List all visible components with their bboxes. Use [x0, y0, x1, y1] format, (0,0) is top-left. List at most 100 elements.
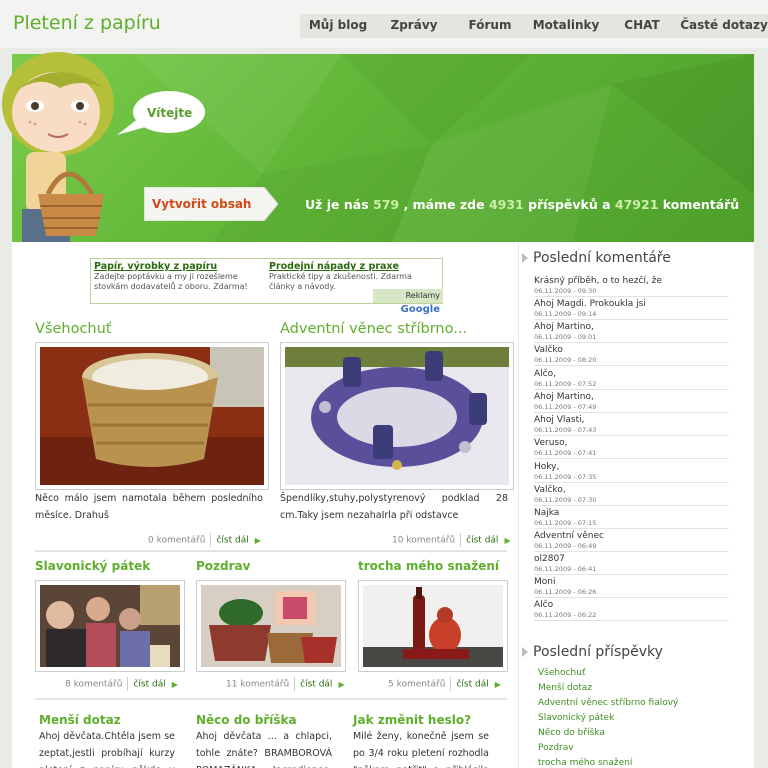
ad-title[interactable]: Papír, výrobky z papíru	[94, 261, 262, 272]
comment-text[interactable]: ol2807	[534, 553, 729, 565]
comment-date: 06.11.2009 - 06:26	[534, 588, 597, 596]
comment-item[interactable]: Ahoj Martino, 06.11.2009 - 09:01	[534, 321, 729, 343]
comment-text[interactable]: Valčko,	[534, 484, 729, 496]
nav-item-news[interactable]: Zprávy	[376, 14, 452, 38]
comment-item[interactable]: Ahoj Magdi. Prokoukla jsi 06.11.2009 - 09…	[534, 298, 729, 320]
post-excerpt: Něco málo jsem namotala během posledního…	[35, 493, 263, 521]
comment-count[interactable]: 11 komentářů	[226, 680, 289, 690]
site-title[interactable]: Pletení z papíru	[13, 12, 161, 34]
read-more-link[interactable]: číst dál	[216, 536, 248, 546]
read-more-link[interactable]: číst dál	[466, 536, 498, 546]
post-title[interactable]: Jak změnit heslo?	[353, 713, 471, 727]
latest-post-link[interactable]: Pozdrav	[538, 743, 574, 753]
comment-text[interactable]: Ahoj Vlasti,	[534, 414, 729, 426]
post-title[interactable]: trocha mého snažení	[358, 559, 499, 573]
comment-date: 06.11.2009 - 07:30	[534, 496, 597, 504]
create-content-label[interactable]: Vytvořit obsah	[152, 197, 251, 211]
latest-post-link[interactable]: Adventní věnec stříbrno fialový	[538, 698, 678, 708]
bullet-triangle-icon	[522, 647, 528, 657]
arrow-right-icon[interactable]: ▶	[172, 680, 178, 689]
post-excerpt: Milé ženy, konečně jsem se po 3/4 roku p…	[353, 731, 489, 768]
comment-count[interactable]: 10 komentářů	[392, 536, 455, 546]
nav-item-forum[interactable]: Fórum	[452, 14, 528, 38]
banner-background	[132, 54, 754, 242]
comment-date: 06.11.2009 - 07:41	[534, 449, 597, 457]
comment-text[interactable]: Najka	[534, 507, 729, 519]
post-title[interactable]: Všehochuť	[35, 321, 112, 337]
comment-text[interactable]: Krásný příběh, o to hezčí, že	[534, 275, 729, 287]
post-title[interactable]: Slavonický pátek	[35, 559, 150, 573]
arrow-right-icon[interactable]: ▶	[255, 536, 261, 545]
post-meta: 10 komentářů číst dál ▶	[392, 533, 511, 547]
comment-text[interactable]: Ahoj Magdi. Prokoukla jsi	[534, 298, 729, 310]
comment-item[interactable]: Moni 06.11.2009 - 06:26	[534, 576, 729, 598]
comment-text[interactable]: Ahoj Martino,	[534, 321, 729, 333]
comment-item[interactable]: Alčo 06.11.2009 - 06:22	[534, 599, 729, 621]
basket-photo-icon	[40, 347, 264, 485]
girl-mascot-icon	[2, 52, 114, 244]
latest-post-link[interactable]: Slavonický pátek	[538, 713, 614, 723]
post-title[interactable]: Adventní věnec stříbrno...	[280, 321, 467, 337]
comment-item[interactable]: ol2807 06.11.2009 - 06:41	[534, 553, 729, 575]
nav-item-blog[interactable]: Můj blog	[300, 14, 376, 38]
welcome-banner	[12, 54, 754, 242]
post-photo-bottle[interactable]	[358, 580, 508, 672]
nav-item-chat[interactable]: CHAT	[604, 14, 680, 38]
comment-item[interactable]: Ahoj Vlasti, 06.11.2009 - 07:43	[534, 414, 729, 436]
comment-date: 06.11.2009 - 06:41	[534, 565, 597, 573]
ads-badge-brand: Google	[400, 304, 440, 315]
comment-count[interactable]: 0 komentářů	[148, 536, 205, 546]
comment-item[interactable]: Najka 06.11.2009 - 07:15	[534, 507, 729, 529]
post-meta: 8 komentářů číst dál ▶	[65, 677, 178, 691]
arrow-right-icon[interactable]: ▶	[504, 536, 510, 545]
comment-item[interactable]: Valčko, 06.11.2009 - 07:30	[534, 484, 729, 506]
post-photo-basket[interactable]	[35, 342, 269, 490]
comment-count[interactable]: 8 komentářů	[65, 680, 122, 690]
comment-text[interactable]: Adventní věnec	[534, 530, 729, 542]
stats-users: 579	[373, 197, 400, 212]
comment-date: 06.11.2009 - 09:01	[534, 333, 597, 341]
post-photo-baskets[interactable]	[196, 580, 346, 672]
comment-text[interactable]: Hoky,	[534, 461, 729, 473]
comment-item[interactable]: Ahoj Martino, 06.11.2009 - 07:49	[534, 391, 729, 413]
latest-post-link[interactable]: Všehochuť	[538, 668, 585, 678]
ad-item[interactable]: Prodejní nápady z praxe Praktické tipy a…	[269, 261, 437, 292]
comment-item[interactable]: Alčo, 06.11.2009 - 07:52	[534, 368, 729, 390]
nav-item-motalinky[interactable]: Motalinky	[528, 14, 604, 38]
comment-text[interactable]: Valčko	[534, 344, 729, 356]
comment-text[interactable]: Moni	[534, 576, 729, 588]
latest-post-link[interactable]: Něco do bříška	[538, 728, 605, 738]
comment-date: 06.11.2009 - 07:49	[534, 403, 597, 411]
ads-by-google-badge[interactable]: Reklamy Google	[373, 289, 443, 315]
read-more-link[interactable]: číst dál	[456, 680, 488, 690]
post-title[interactable]: Pozdrav	[196, 559, 250, 573]
nav-item-faq[interactable]: Časté dotazy	[680, 14, 768, 38]
comment-text[interactable]: Alčo,	[534, 368, 729, 380]
comment-text[interactable]: Ahoj Martino,	[534, 391, 729, 403]
post-title[interactable]: Menší dotaz	[39, 713, 121, 727]
post-excerpt: Ahoj děvčata ... a chlapci, tohle znáte?…	[196, 731, 332, 768]
comment-item[interactable]: Krásný příběh, o to hezčí, že 06.11.2009 …	[534, 275, 729, 297]
ad-title[interactable]: Prodejní nápady z praxe	[269, 261, 437, 272]
latest-post-link[interactable]: Menší dotaz	[538, 683, 592, 693]
latest-post-link[interactable]: trocha mého snažení	[538, 758, 632, 768]
stats-comments: 47921	[614, 197, 659, 212]
comment-item[interactable]: Adventní věnec 06.11.2009 - 06:49	[534, 530, 729, 552]
post-title[interactable]: Něco do bříška	[196, 713, 297, 727]
workshop-photo-icon	[40, 585, 180, 667]
read-more-link[interactable]: číst dál	[300, 680, 332, 690]
arrow-right-icon[interactable]: ▶	[338, 680, 344, 689]
arrow-right-icon[interactable]: ▶	[495, 680, 501, 689]
comment-item[interactable]: Hoky, 06.11.2009 - 07:35	[534, 461, 729, 483]
read-more-link[interactable]: číst dál	[133, 680, 165, 690]
post-photo-wreath[interactable]	[280, 342, 514, 490]
comment-date: 06.11.2009 - 09:30	[534, 287, 597, 295]
stats-prefix: Už je nás	[305, 197, 369, 212]
comment-text[interactable]: Veruso,	[534, 437, 729, 449]
ad-item[interactable]: Papír, výrobky z papíru Zadejte poptávku…	[94, 261, 262, 292]
comment-item[interactable]: Valčko 06.11.2009 - 08:20	[534, 344, 729, 366]
comment-count[interactable]: 5 komentářů	[388, 680, 445, 690]
post-photo-workshop[interactable]	[35, 580, 185, 672]
comment-item[interactable]: Veruso, 06.11.2009 - 07:41	[534, 437, 729, 459]
comment-text[interactable]: Alčo	[534, 599, 729, 611]
